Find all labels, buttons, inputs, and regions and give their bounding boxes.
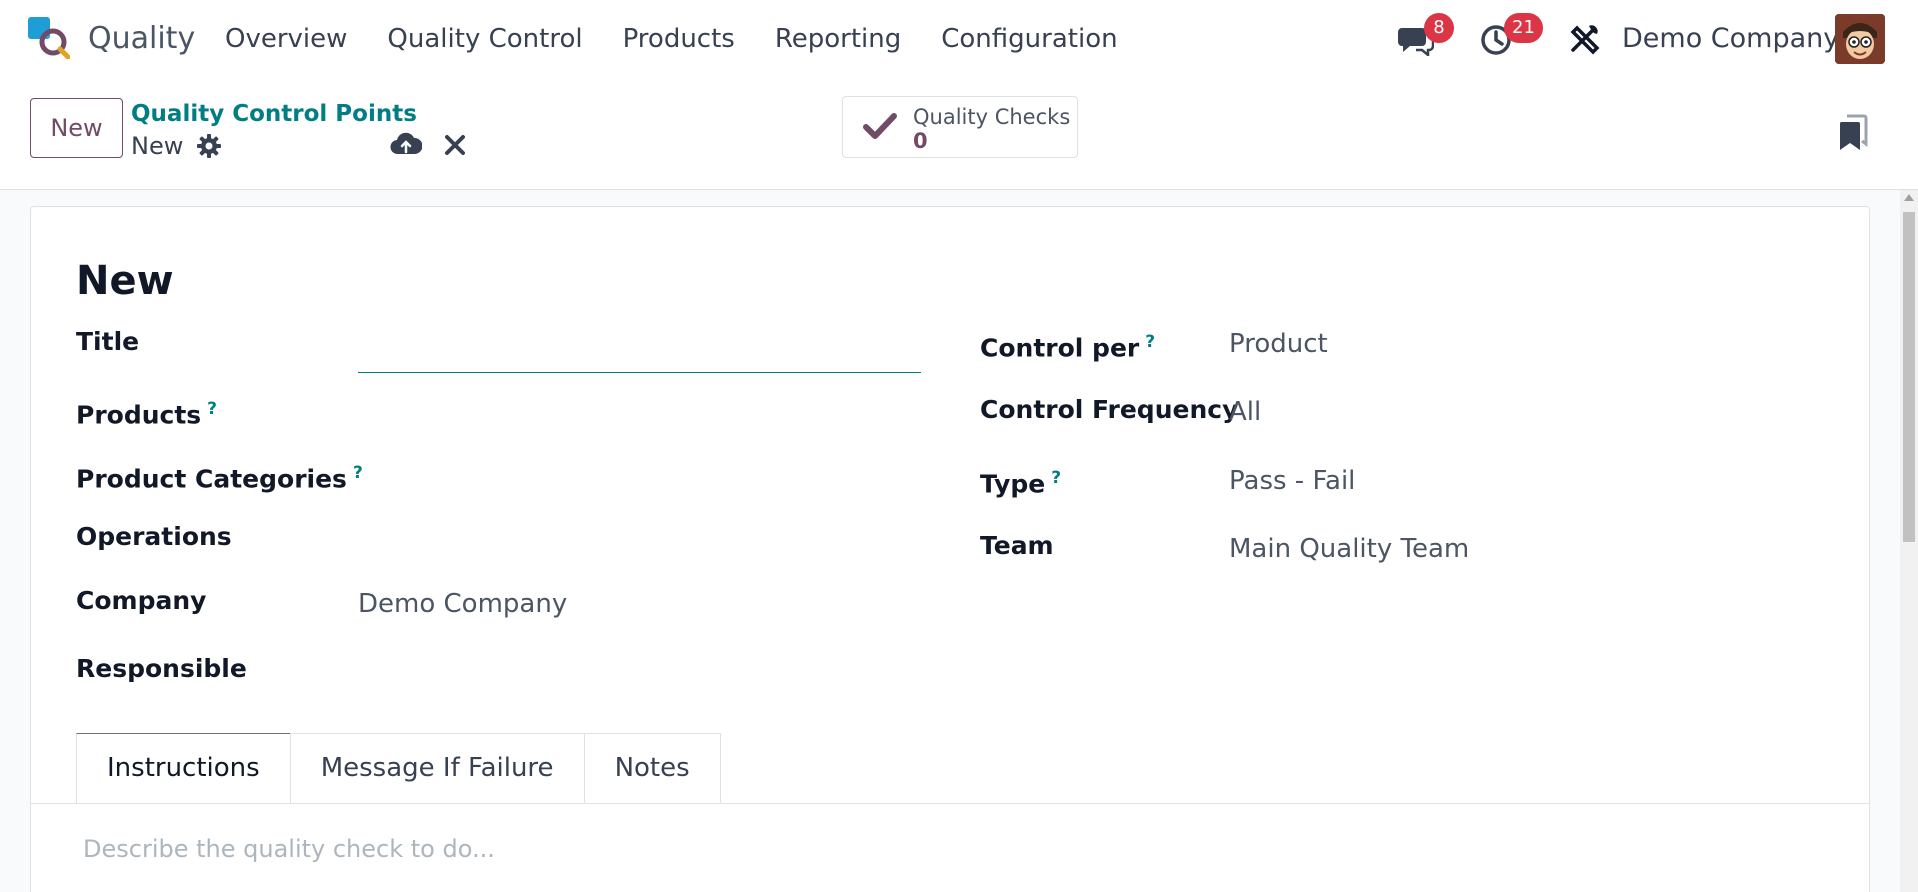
main-menu: Overview Quality Control Products Report… — [225, 20, 1158, 58]
company-label: Company — [76, 586, 207, 615]
quality-checks-smart-button[interactable]: Quality Checks 0 — [842, 96, 1078, 158]
menu-item-configuration[interactable]: Configuration — [941, 20, 1117, 58]
breadcrumb-current-record: New — [131, 132, 184, 160]
control-per-field[interactable]: Product — [1229, 327, 1328, 361]
type-field[interactable]: Pass - Fail — [1229, 464, 1355, 498]
notebook-tabs: Instructions Message If Failure Notes — [76, 733, 721, 803]
gear-icon[interactable] — [196, 133, 222, 159]
activities-badge: 21 — [1504, 13, 1543, 43]
team-field[interactable]: Main Quality Team — [1229, 532, 1469, 566]
control-frequency-field[interactable]: All — [1229, 395, 1261, 429]
tab-message-if-failure[interactable]: Message If Failure — [289, 733, 585, 803]
new-button[interactable]: New — [30, 98, 123, 158]
control-per-label: Control per? — [980, 325, 1155, 365]
menu-item-products[interactable]: Products — [623, 20, 735, 58]
company-field[interactable]: Demo Company — [358, 587, 567, 621]
product-categories-label-text: Product Categories — [76, 464, 347, 494]
menu-item-quality-control[interactable]: Quality Control — [387, 20, 582, 58]
close-icon[interactable] — [442, 132, 468, 158]
record-title: New — [76, 258, 174, 304]
top-navbar: Quality Overview Quality Control Product… — [0, 0, 1918, 78]
company-switcher[interactable]: Demo Company — [1622, 20, 1839, 58]
scroll-up-arrow-icon[interactable] — [1904, 194, 1914, 201]
tab-notes[interactable]: Notes — [583, 733, 721, 803]
form-sheet: New Title Products? Product Categories? … — [30, 206, 1870, 892]
type-label: Type? — [980, 461, 1061, 501]
responsible-label: Responsible — [76, 654, 247, 683]
tabs-divider — [31, 803, 1869, 804]
type-label-text: Type — [980, 469, 1046, 499]
user-avatar[interactable] — [1835, 14, 1885, 64]
messages-badge: 8 — [1424, 13, 1454, 43]
quality-app-logo[interactable] — [28, 17, 70, 59]
products-label-text: Products — [76, 400, 202, 430]
breadcrumb-quality-control-points[interactable]: Quality Control Points — [131, 98, 417, 130]
type-help-icon[interactable]: ? — [1051, 468, 1061, 488]
check-icon — [863, 113, 897, 139]
smart-button-count: 0 — [913, 129, 928, 153]
control-per-label-text: Control per — [980, 333, 1140, 363]
title-label: Title — [76, 327, 140, 356]
app-name[interactable]: Quality — [88, 20, 195, 58]
instructions-editor[interactable]: Describe the quality check to do... — [83, 832, 495, 866]
control-frequency-label: Control Frequency — [980, 395, 1239, 424]
menu-item-reporting[interactable]: Reporting — [775, 20, 901, 58]
products-label: Products? — [76, 392, 217, 432]
team-label: Team — [980, 531, 1054, 560]
menu-item-overview[interactable]: Overview — [225, 20, 347, 58]
scrollbar-thumb[interactable] — [1903, 212, 1915, 542]
products-help-icon[interactable]: ? — [207, 399, 217, 419]
operations-label: Operations — [76, 522, 232, 551]
product-categories-label: Product Categories? — [76, 456, 363, 496]
smart-button-label: Quality Checks — [913, 105, 1071, 129]
title-input[interactable] — [358, 333, 921, 373]
control-per-help-icon[interactable]: ? — [1145, 332, 1155, 352]
bookmarks-icon[interactable] — [1838, 114, 1868, 152]
page-scrollbar[interactable] — [1900, 190, 1918, 892]
debug-tools-icon[interactable] — [1567, 22, 1603, 56]
control-panel: New Quality Control Points New Quality C… — [0, 78, 1918, 190]
product-categories-help-icon[interactable]: ? — [353, 463, 363, 483]
tab-instructions[interactable]: Instructions — [76, 733, 291, 803]
user-avatar-icon — [1835, 14, 1885, 64]
cloud-upload-icon[interactable] — [390, 130, 422, 160]
